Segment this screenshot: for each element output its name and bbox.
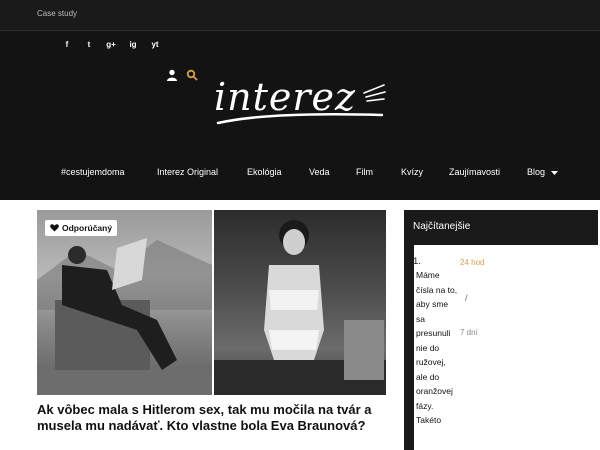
google-plus-icon[interactable]: g+ [100, 40, 122, 49]
instagram-icon[interactable]: ig [122, 40, 144, 49]
sidebar-accent-bar [404, 245, 414, 450]
recommended-badge: Odporúčaný [45, 220, 118, 236]
top-bar: Case study [0, 0, 600, 31]
most-read-header: Najčítanejšie [404, 210, 598, 245]
site-header: f t g+ ig yt interez #cestujemdoma Inter… [0, 31, 600, 200]
nav-item-ekologia[interactable]: Ekológia [247, 167, 282, 177]
social-links: f t g+ ig yt [56, 40, 166, 49]
nav-item-interez-original[interactable]: Interez Original [157, 167, 218, 177]
article-title[interactable]: Ak vôbec mala s Hitlerom sex, tak mu moč… [37, 402, 386, 434]
caret-down-icon [550, 170, 558, 175]
photo-figure-woman-icon [214, 220, 386, 395]
photo-figure-reading-icon [37, 238, 212, 395]
tab-separator: / [465, 293, 468, 303]
most-read-item-text[interactable]: Máme čísla na to, aby sme sa presunuli n… [416, 268, 458, 428]
youtube-icon[interactable]: yt [144, 40, 166, 49]
logo-swash-icon [216, 84, 386, 125]
user-icon[interactable] [166, 69, 178, 81]
badge-label: Odporúčaný [62, 223, 113, 233]
rank-number: 1. [413, 256, 421, 267]
article-image-left [37, 210, 212, 395]
nav-item-veda[interactable]: Veda [309, 167, 330, 177]
tab-7-days[interactable]: 7 dní [460, 328, 478, 337]
case-study-link[interactable]: Case study [37, 9, 77, 18]
twitter-icon[interactable]: t [78, 40, 100, 49]
nav-item-zaujimavosti[interactable]: Zaujímavosti [449, 167, 500, 177]
most-read-sidebar: Najčítanejšie 1. 24 hod / 7 dní Máme čís… [404, 210, 598, 450]
tab-24h[interactable]: 24 hod [460, 258, 484, 267]
heart-icon [50, 224, 59, 232]
most-read-title: Najčítanejšie [413, 221, 471, 232]
nav-item-cestujemdoma[interactable]: #cestujemdoma [61, 167, 125, 177]
site-logo[interactable]: interez [214, 75, 386, 129]
nav-item-film[interactable]: Film [356, 167, 373, 177]
article-image-right [214, 210, 386, 395]
search-icon[interactable] [186, 69, 198, 81]
main-nav: #cestujemdoma Interez Original Ekológia … [0, 167, 600, 181]
nav-item-kvizy[interactable]: Kvízy [401, 167, 423, 177]
article-image[interactable]: Odporúčaný [37, 210, 386, 395]
nav-item-blog[interactable]: Blog [527, 167, 558, 177]
facebook-icon[interactable]: f [56, 40, 78, 49]
nav-item-blog-label: Blog [527, 167, 546, 177]
